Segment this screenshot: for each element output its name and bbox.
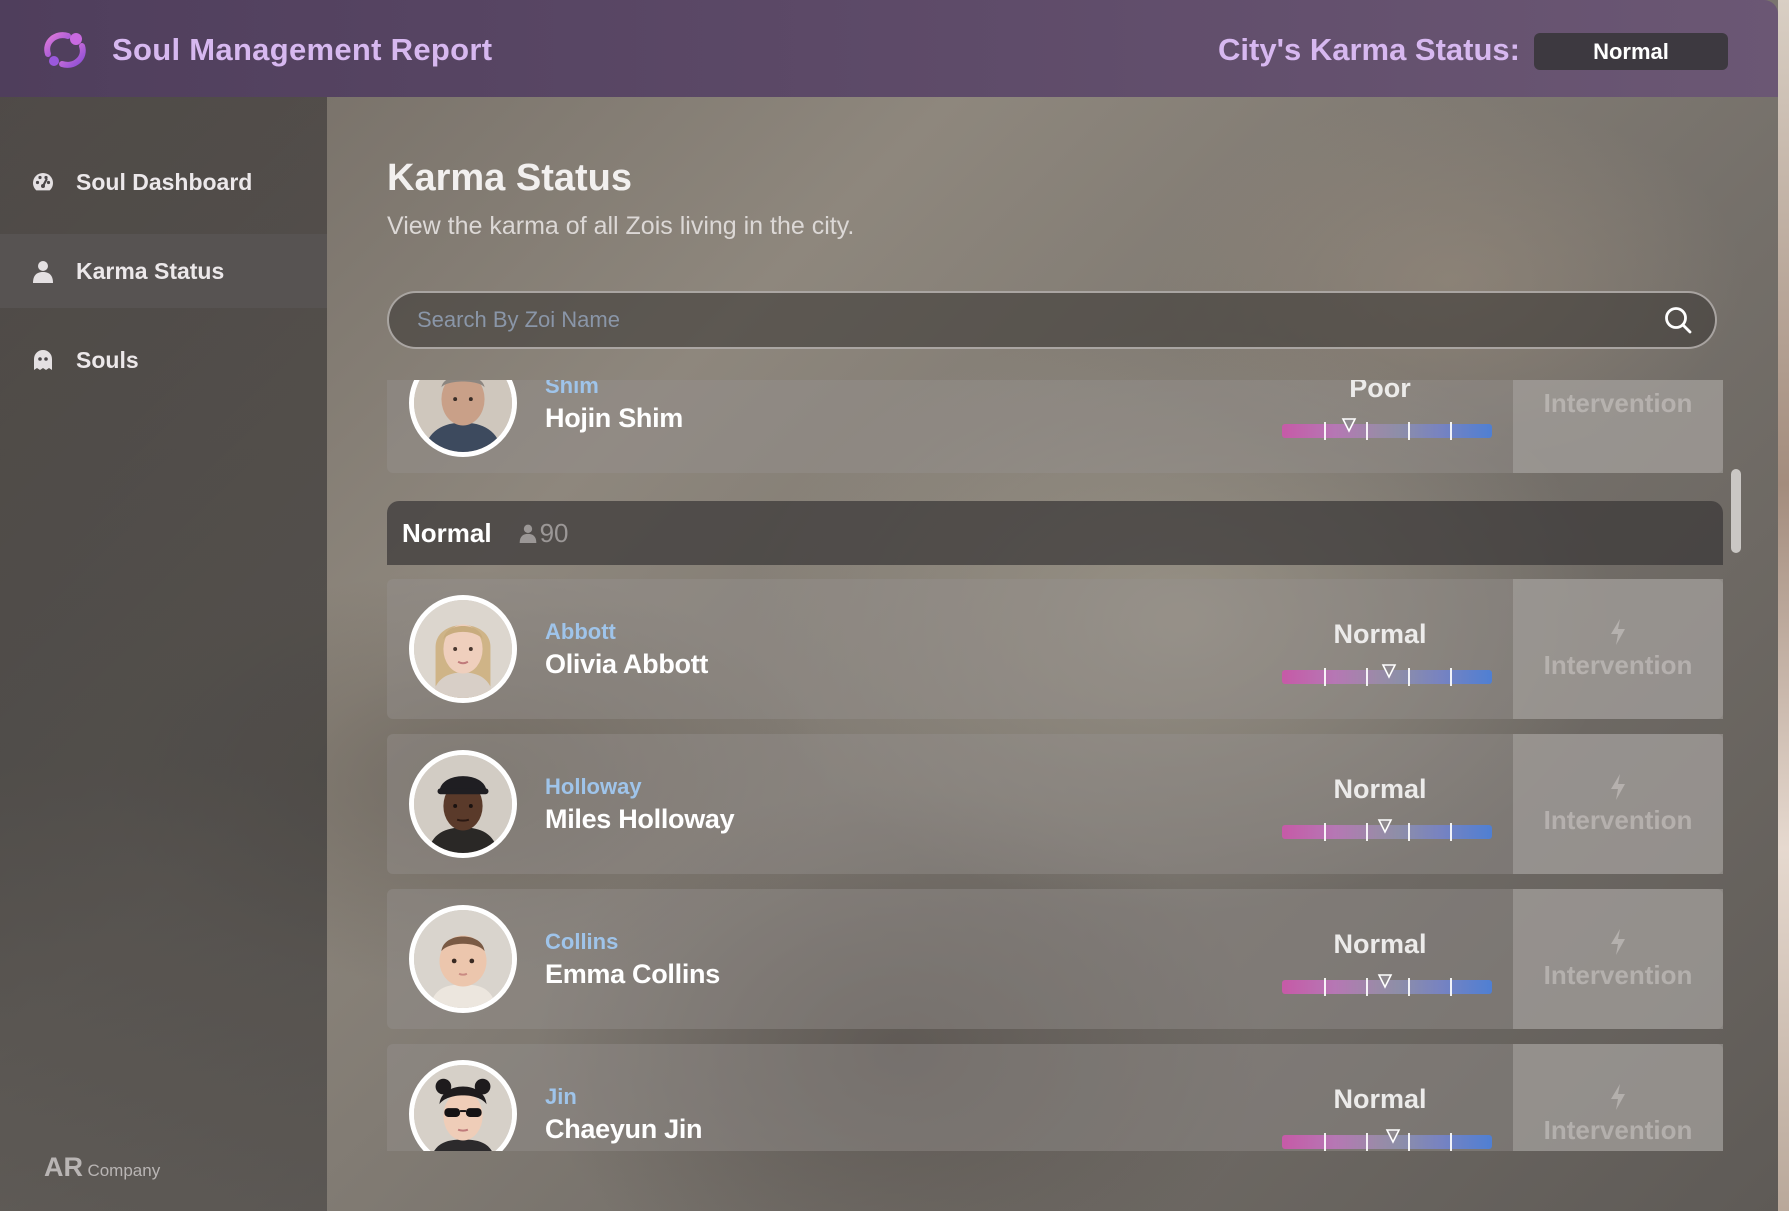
brand-name: Company — [87, 1161, 161, 1180]
karma-marker-icon — [1377, 819, 1393, 834]
intervention-button[interactable]: Intervention — [1513, 889, 1723, 1029]
soul-full-name: Chaeyun Jin — [545, 1114, 703, 1144]
karma-bar — [1282, 1129, 1492, 1151]
intervention-label: Intervention — [1543, 1114, 1693, 1145]
karma-status-text: Normal — [1333, 1084, 1427, 1114]
soul-surname: Abbott — [545, 619, 616, 644]
intervention-label: Intervention — [1543, 649, 1693, 680]
karma-status-text: Poor — [1349, 380, 1411, 403]
sidebar-item-soul-dashboard[interactable]: Soul Dashboard — [0, 145, 327, 219]
group-name: Normal — [402, 517, 492, 548]
sidebar-item-label: Soul Dashboard — [76, 168, 253, 195]
person-icon — [30, 258, 56, 284]
karma-status-text: Normal — [1333, 929, 1427, 959]
intervention-label: Intervention — [1543, 804, 1693, 835]
avatar — [409, 380, 517, 457]
background-strip — [1778, 0, 1789, 1211]
group-count-value: 90 — [539, 517, 569, 548]
avatar — [409, 1060, 517, 1151]
soul-surname: Holloway — [545, 774, 642, 799]
avatar — [409, 905, 517, 1013]
karma-marker-icon — [1381, 664, 1397, 679]
list-item[interactable]: Shim Hojin Shim Poor Intervention — [387, 380, 1723, 473]
sidebar: Soul Dashboard Karma Status Souls AR Com… — [0, 97, 327, 1211]
app-logo-icon — [40, 28, 90, 72]
sidebar-item-label: Karma Status — [76, 257, 225, 284]
karma-bar — [1282, 974, 1492, 996]
brand-mark: AR — [44, 1152, 83, 1182]
intervention-button[interactable]: Intervention — [1513, 1044, 1723, 1151]
soul-full-name: Olivia Abbott — [545, 649, 709, 679]
soul-surname: Jin — [545, 1084, 577, 1109]
karma-bar — [1282, 418, 1492, 440]
karma-bar — [1282, 664, 1492, 686]
soul-full-name: Emma Collins — [545, 959, 720, 989]
group-count: 90 — [518, 518, 569, 549]
karma-status-text: Normal — [1333, 619, 1427, 649]
city-karma-badge: Normal — [1534, 33, 1728, 70]
header-bar: Soul Management Report City's Karma Stat… — [0, 0, 1778, 97]
search-box — [387, 291, 1717, 349]
lightning-icon — [1611, 1083, 1625, 1110]
avatar — [409, 595, 517, 703]
soul-list[interactable]: Shim Hojin Shim Poor Intervention Normal — [387, 380, 1727, 1151]
soul-surname: Collins — [545, 929, 619, 954]
company-logo: AR Company — [44, 1152, 160, 1183]
person-icon — [519, 524, 536, 543]
list-item[interactable]: Collins Emma Collins Normal Intervention — [387, 889, 1723, 1029]
list-scrollbar[interactable] — [1731, 469, 1741, 553]
soul-surname: Shim — [545, 380, 599, 398]
intervention-label: Intervention — [1543, 959, 1693, 990]
main-content: Karma Status View the karma of all Zois … — [327, 97, 1778, 1211]
lightning-icon — [1611, 618, 1625, 645]
intervention-button[interactable]: Intervention — [1513, 380, 1723, 473]
intervention-button[interactable]: Intervention — [1513, 579, 1723, 719]
gauge-icon — [30, 169, 56, 195]
group-header-normal: Normal 90 — [387, 501, 1723, 565]
karma-bar — [1282, 819, 1492, 841]
lightning-icon — [1611, 928, 1625, 955]
list-item[interactable]: Jin Chaeyun Jin Normal Intervention — [387, 1044, 1723, 1151]
page-subtitle: View the karma of all Zois living in the… — [387, 212, 855, 240]
sidebar-item-karma-status[interactable]: Karma Status — [0, 234, 327, 308]
search-input[interactable] — [417, 293, 1617, 347]
intervention-button[interactable]: Intervention — [1513, 734, 1723, 874]
karma-marker-icon — [1377, 974, 1393, 989]
app-title: Soul Management Report — [112, 32, 493, 67]
ghost-icon — [30, 347, 56, 373]
sidebar-item-souls[interactable]: Souls — [0, 323, 327, 397]
soul-full-name: Hojin Shim — [545, 403, 683, 433]
list-item[interactable]: Holloway Miles Holloway Normal Intervent… — [387, 734, 1723, 874]
karma-marker-icon — [1341, 418, 1357, 433]
page-title: Karma Status — [387, 157, 632, 199]
sidebar-item-label: Souls — [76, 346, 139, 373]
city-karma-label: City's Karma Status: — [1218, 32, 1520, 67]
soul-full-name: Miles Holloway — [545, 804, 735, 834]
karma-marker-icon — [1386, 1129, 1401, 1144]
intervention-label: Intervention — [1543, 387, 1693, 418]
search-icon[interactable] — [1663, 305, 1693, 335]
avatar — [409, 750, 517, 858]
karma-status-text: Normal — [1333, 774, 1427, 804]
app-window: Soul Management Report City's Karma Stat… — [0, 0, 1778, 1211]
list-item[interactable]: Abbott Olivia Abbott Normal Intervention — [387, 579, 1723, 719]
lightning-icon — [1611, 773, 1625, 800]
